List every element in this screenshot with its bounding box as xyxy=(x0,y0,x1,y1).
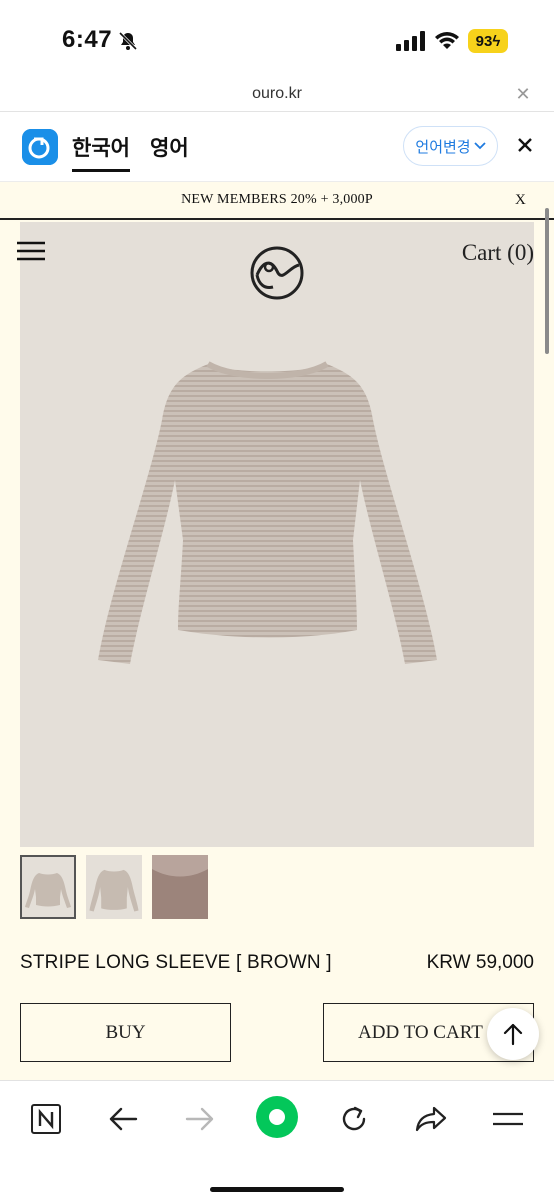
thumbnail-shirt-icon xyxy=(89,869,139,912)
hamburger-menu-icon[interactable] xyxy=(17,240,45,262)
translate-bar: 한국어 영어 언어변경 xyxy=(0,112,554,182)
tab-korean[interactable]: 한국어 xyxy=(72,132,130,172)
naver-n-icon[interactable] xyxy=(26,1099,66,1139)
change-language-label: 언어변경 xyxy=(415,138,471,156)
battery-icon: 93 ϟ xyxy=(468,29,508,53)
signal-icon xyxy=(396,31,425,51)
thumbnail-fabric-icon xyxy=(152,855,208,919)
change-language-button[interactable]: 언어변경 xyxy=(403,126,498,166)
wifi-icon xyxy=(435,32,459,49)
papago-logo-icon xyxy=(22,129,58,165)
translate-close-icon[interactable] xyxy=(514,134,536,156)
promo-banner: NEW MEMBERS 20% + 3,000P X xyxy=(0,182,554,220)
url-bar[interactable]: ouro.kr ✕ xyxy=(0,78,554,112)
thumbnail-fabric-detail[interactable] xyxy=(152,855,208,919)
menu-icon[interactable] xyxy=(488,1099,528,1139)
arrow-up-icon xyxy=(503,1023,523,1046)
forward-arrow-icon[interactable] xyxy=(180,1099,220,1139)
share-icon[interactable] xyxy=(411,1099,451,1139)
ouro-logo-icon[interactable] xyxy=(249,237,305,307)
product-shirt-image xyxy=(98,361,437,664)
thumbnail-front-view-alt[interactable] xyxy=(86,855,142,919)
product-name: STRIPE LONG SLEEVE [ BROWN ] xyxy=(20,952,332,973)
bell-off-icon xyxy=(118,31,138,51)
thumbnail-shirt-icon xyxy=(25,873,71,908)
close-icon[interactable]: ✕ xyxy=(514,85,532,103)
back-arrow-icon[interactable] xyxy=(103,1099,143,1139)
web-page: NEW MEMBERS 20% + 3,000P X Cart (0) STRI… xyxy=(0,182,554,1080)
page-scrollbar[interactable] xyxy=(545,208,549,354)
browser-toolbar xyxy=(0,1080,554,1200)
scroll-to-top-button[interactable] xyxy=(487,1008,539,1060)
thumbnail-front-view[interactable] xyxy=(20,855,76,919)
green-dot-icon[interactable] xyxy=(255,1095,299,1139)
product-price: KRW 59,000 xyxy=(426,952,534,973)
tab-english[interactable]: 영어 xyxy=(150,132,189,162)
promo-close-button[interactable]: X xyxy=(515,192,526,209)
chevron-down-icon xyxy=(473,142,486,150)
home-indicator xyxy=(210,1187,344,1192)
buy-button[interactable]: BUY xyxy=(20,1003,231,1062)
promo-text: NEW MEMBERS 20% + 3,000P xyxy=(181,192,373,207)
url-domain[interactable]: ouro.kr xyxy=(0,85,554,103)
reload-icon[interactable] xyxy=(334,1099,374,1139)
cart-link[interactable]: Cart (0) xyxy=(462,240,534,266)
status-time: 6:47 xyxy=(62,26,113,53)
battery-level: 93 xyxy=(475,32,493,50)
charging-icon: ϟ xyxy=(492,32,501,50)
status-bar: 6:47 93 ϟ xyxy=(0,0,554,78)
